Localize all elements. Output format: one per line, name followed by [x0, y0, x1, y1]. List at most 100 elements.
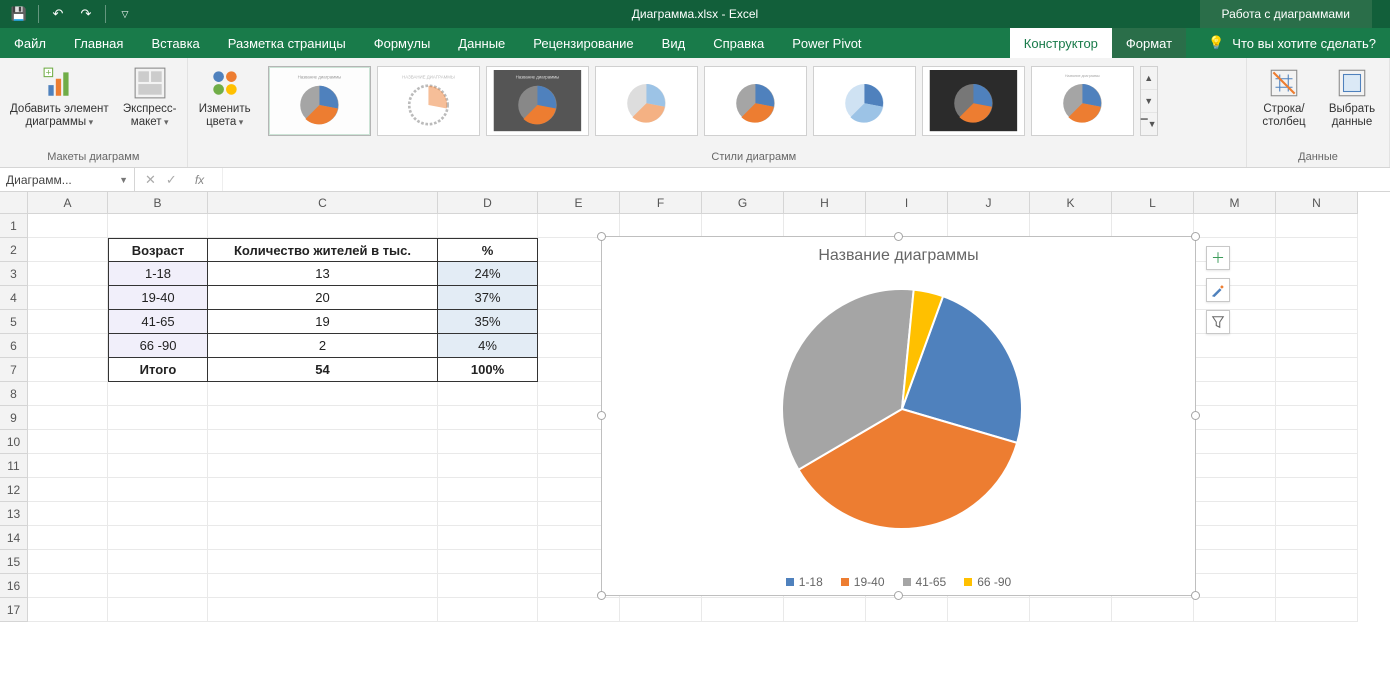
tab-insert[interactable]: Вставка — [137, 28, 213, 58]
cell-N13[interactable] — [1276, 502, 1358, 526]
col-header-F[interactable]: F — [620, 192, 702, 214]
chart-style-2[interactable]: НАЗВАНИЕ ДИАГРАММЫ — [377, 66, 480, 136]
cell-B1[interactable] — [108, 214, 208, 238]
cell-A3[interactable] — [28, 262, 108, 286]
tab-design[interactable]: Конструктор — [1010, 28, 1112, 58]
cell-H1[interactable] — [784, 214, 866, 238]
cell-N8[interactable] — [1276, 382, 1358, 406]
cell-D12[interactable] — [438, 478, 538, 502]
gallery-expand[interactable]: ▔▼ — [1141, 113, 1157, 135]
cell-M17[interactable] — [1194, 598, 1276, 622]
row-header-11[interactable]: 11 — [0, 454, 28, 478]
tab-file[interactable]: Файл — [0, 28, 60, 58]
name-box-dropdown-icon[interactable]: ▼ — [119, 175, 128, 185]
switch-row-column-button[interactable]: Строка/ столбец — [1253, 62, 1315, 133]
cell-D14[interactable] — [438, 526, 538, 550]
cell-N16[interactable] — [1276, 574, 1358, 598]
legend-item-0[interactable]: 1-18 — [786, 575, 823, 589]
cell-A9[interactable] — [28, 406, 108, 430]
resize-handle-sw[interactable] — [597, 591, 606, 600]
cell-A6[interactable] — [28, 334, 108, 358]
row-header-13[interactable]: 13 — [0, 502, 28, 526]
cell-N2[interactable] — [1276, 238, 1358, 262]
tab-powerpivot[interactable]: Power Pivot — [778, 28, 875, 58]
cell-N9[interactable] — [1276, 406, 1358, 430]
resize-handle-n[interactable] — [894, 232, 903, 241]
cell-N12[interactable] — [1276, 478, 1358, 502]
cell-B6[interactable]: 66 -90 — [108, 334, 208, 358]
row-header-5[interactable]: 5 — [0, 310, 28, 334]
cell-A2[interactable] — [28, 238, 108, 262]
chart-style-7[interactable] — [922, 66, 1025, 136]
cell-D15[interactable] — [438, 550, 538, 574]
row-header-17[interactable]: 17 — [0, 598, 28, 622]
cell-B12[interactable] — [108, 478, 208, 502]
cell-M8[interactable] — [1194, 382, 1276, 406]
chart-style-5[interactable] — [704, 66, 807, 136]
col-header-E[interactable]: E — [538, 192, 620, 214]
row-header-4[interactable]: 4 — [0, 286, 28, 310]
qat-customize-icon[interactable]: ▽ — [114, 3, 136, 25]
col-header-L[interactable]: L — [1112, 192, 1194, 214]
cell-M1[interactable] — [1194, 214, 1276, 238]
cell-L17[interactable] — [1112, 598, 1194, 622]
cell-A7[interactable] — [28, 358, 108, 382]
row-header-16[interactable]: 16 — [0, 574, 28, 598]
resize-handle-e[interactable] — [1191, 411, 1200, 420]
gallery-scroll-up[interactable]: ▲ — [1141, 67, 1157, 90]
cell-M12[interactable] — [1194, 478, 1276, 502]
cell-D10[interactable] — [438, 430, 538, 454]
tab-home[interactable]: Главная — [60, 28, 137, 58]
cell-B4[interactable]: 19-40 — [108, 286, 208, 310]
col-header-H[interactable]: H — [784, 192, 866, 214]
cell-C6[interactable]: 2 — [208, 334, 438, 358]
resize-handle-ne[interactable] — [1191, 232, 1200, 241]
cell-E17[interactable] — [538, 598, 620, 622]
cell-B17[interactable] — [108, 598, 208, 622]
cell-C17[interactable] — [208, 598, 438, 622]
cell-A5[interactable] — [28, 310, 108, 334]
resize-handle-se[interactable] — [1191, 591, 1200, 600]
cell-A1[interactable] — [28, 214, 108, 238]
col-header-B[interactable]: B — [108, 192, 208, 214]
change-colors-button[interactable]: Изменить цвета — [194, 62, 256, 133]
cell-N10[interactable] — [1276, 430, 1358, 454]
cell-H17[interactable] — [784, 598, 866, 622]
legend-item-2[interactable]: 41-65 — [903, 575, 947, 589]
chart-style-4[interactable] — [595, 66, 698, 136]
cell-M14[interactable] — [1194, 526, 1276, 550]
cell-B8[interactable] — [108, 382, 208, 406]
col-header-J[interactable]: J — [948, 192, 1030, 214]
cell-N17[interactable] — [1276, 598, 1358, 622]
cell-E1[interactable] — [538, 214, 620, 238]
cell-C1[interactable] — [208, 214, 438, 238]
cell-C9[interactable] — [208, 406, 438, 430]
fx-label[interactable]: fx — [187, 173, 212, 187]
cell-C2[interactable]: Количество жителей в тыс. — [208, 238, 438, 262]
cell-N7[interactable] — [1276, 358, 1358, 382]
col-header-K[interactable]: K — [1030, 192, 1112, 214]
cell-C3[interactable]: 13 — [208, 262, 438, 286]
pie-chart[interactable] — [602, 269, 1197, 559]
cell-G1[interactable] — [702, 214, 784, 238]
col-header-G[interactable]: G — [702, 192, 784, 214]
cell-B10[interactable] — [108, 430, 208, 454]
row-header-15[interactable]: 15 — [0, 550, 28, 574]
cell-G17[interactable] — [702, 598, 784, 622]
cell-M15[interactable] — [1194, 550, 1276, 574]
cell-N3[interactable] — [1276, 262, 1358, 286]
chart-styles-button[interactable] — [1206, 278, 1230, 302]
row-header-14[interactable]: 14 — [0, 526, 28, 550]
cell-M7[interactable] — [1194, 358, 1276, 382]
cell-C14[interactable] — [208, 526, 438, 550]
row-header-12[interactable]: 12 — [0, 478, 28, 502]
row-header-1[interactable]: 1 — [0, 214, 28, 238]
cell-N14[interactable] — [1276, 526, 1358, 550]
cell-D13[interactable] — [438, 502, 538, 526]
cell-N15[interactable] — [1276, 550, 1358, 574]
cell-M16[interactable] — [1194, 574, 1276, 598]
cell-M13[interactable] — [1194, 502, 1276, 526]
cell-C5[interactable]: 19 — [208, 310, 438, 334]
tab-view[interactable]: Вид — [648, 28, 700, 58]
col-header-D[interactable]: D — [438, 192, 538, 214]
